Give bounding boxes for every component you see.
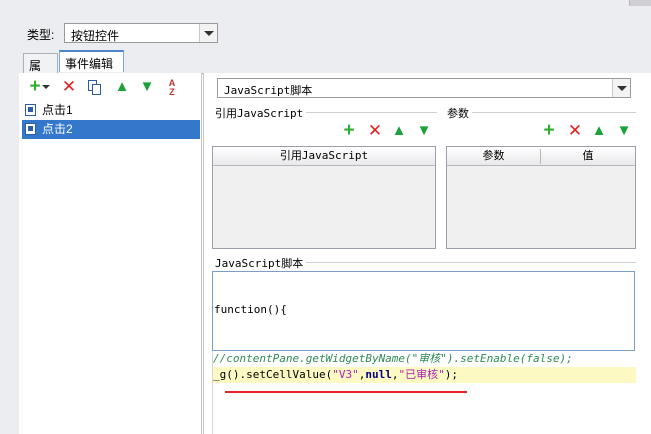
add-icon[interactable]: + — [340, 121, 358, 140]
script-group-title: JavaScript脚本 — [212, 255, 307, 271]
params-table-header: 参数 值 — [447, 147, 635, 166]
chevron-down-icon[interactable] — [199, 24, 217, 42]
script-type-select[interactable]: JavaScript脚本 — [217, 78, 631, 98]
delete-icon[interactable]: ✕ — [60, 78, 78, 96]
window-top-bar — [0, 0, 651, 8]
script-type-value: JavaScript脚本 — [224, 84, 313, 97]
event-label: 点击1 — [42, 103, 73, 117]
function-header-text: function(){ — [214, 303, 287, 316]
code-end: ); — [444, 368, 458, 381]
code-line-current: _g().setCellValue("V3",null,"已审核"); — [213, 367, 636, 383]
event-icon — [25, 104, 36, 116]
add-icon[interactable]: + — [540, 121, 558, 140]
event-label: 点击2 — [42, 122, 73, 136]
code-keyword-null: null — [365, 368, 392, 381]
move-up-icon[interactable]: ▲ — [390, 122, 408, 140]
ref-js-column-header[interactable]: 引用JavaScript — [213, 147, 435, 166]
value-column-header[interactable]: 值 — [541, 147, 635, 166]
tab-event-editing[interactable]: 事件编辑 — [59, 50, 124, 72]
move-down-icon[interactable]: ▼ — [138, 78, 156, 96]
annotation-underline — [225, 391, 467, 393]
move-down-icon[interactable]: ▼ — [415, 122, 433, 140]
params-toolbar: + ✕ ▲ ▼ — [540, 121, 640, 140]
ref-js-table[interactable]: 引用JavaScript — [212, 146, 436, 249]
add-dropdown-caret-icon[interactable] — [42, 85, 50, 89]
ref-js-group-title: 引用JavaScript — [212, 105, 307, 121]
delete-icon[interactable]: ✕ — [566, 122, 584, 140]
type-select-value: 按钮控件 — [71, 29, 120, 43]
code-call: _g().setCellValue( — [213, 368, 333, 381]
param-column-header[interactable]: 参数 — [447, 147, 540, 166]
copy-icon[interactable] — [86, 78, 104, 96]
delete-icon[interactable]: ✕ — [366, 122, 384, 140]
move-up-icon[interactable]: ▲ — [113, 78, 131, 96]
event-icon — [25, 123, 36, 135]
move-down-icon[interactable]: ▼ — [615, 122, 633, 140]
chevron-down-icon[interactable] — [612, 79, 630, 97]
event-toolbar: + ✕ ▲ ▼ AZ — [22, 77, 202, 98]
list-item-event-2[interactable]: 点击2 — [22, 120, 200, 139]
type-label: 类型: — [27, 28, 55, 42]
params-table[interactable]: 参数 值 — [446, 146, 636, 249]
window-close-button[interactable] — [629, 0, 651, 6]
code-string-arg: "已审核" — [398, 368, 445, 381]
code-comment-line: //contentPane.getWidgetByName("审核").setE… — [213, 352, 573, 365]
pane-divider[interactable] — [203, 73, 204, 434]
type-select[interactable]: 按钮控件 — [64, 23, 218, 43]
event-list: 点击1 点击2 — [22, 101, 200, 139]
list-item-event-1[interactable]: 点击1 — [22, 101, 200, 120]
function-header-editor[interactable]: function(){ — [212, 271, 635, 351]
tab-properties[interactable]: 属性 — [23, 53, 58, 90]
params-group-title: 参数 — [444, 105, 472, 121]
ref-js-toolbar: + ✕ ▲ ▼ — [340, 121, 440, 140]
sort-icon[interactable]: AZ — [163, 79, 181, 97]
group-border — [446, 112, 636, 113]
code-string-arg: "V3" — [332, 368, 359, 381]
move-up-icon[interactable]: ▲ — [590, 122, 608, 140]
